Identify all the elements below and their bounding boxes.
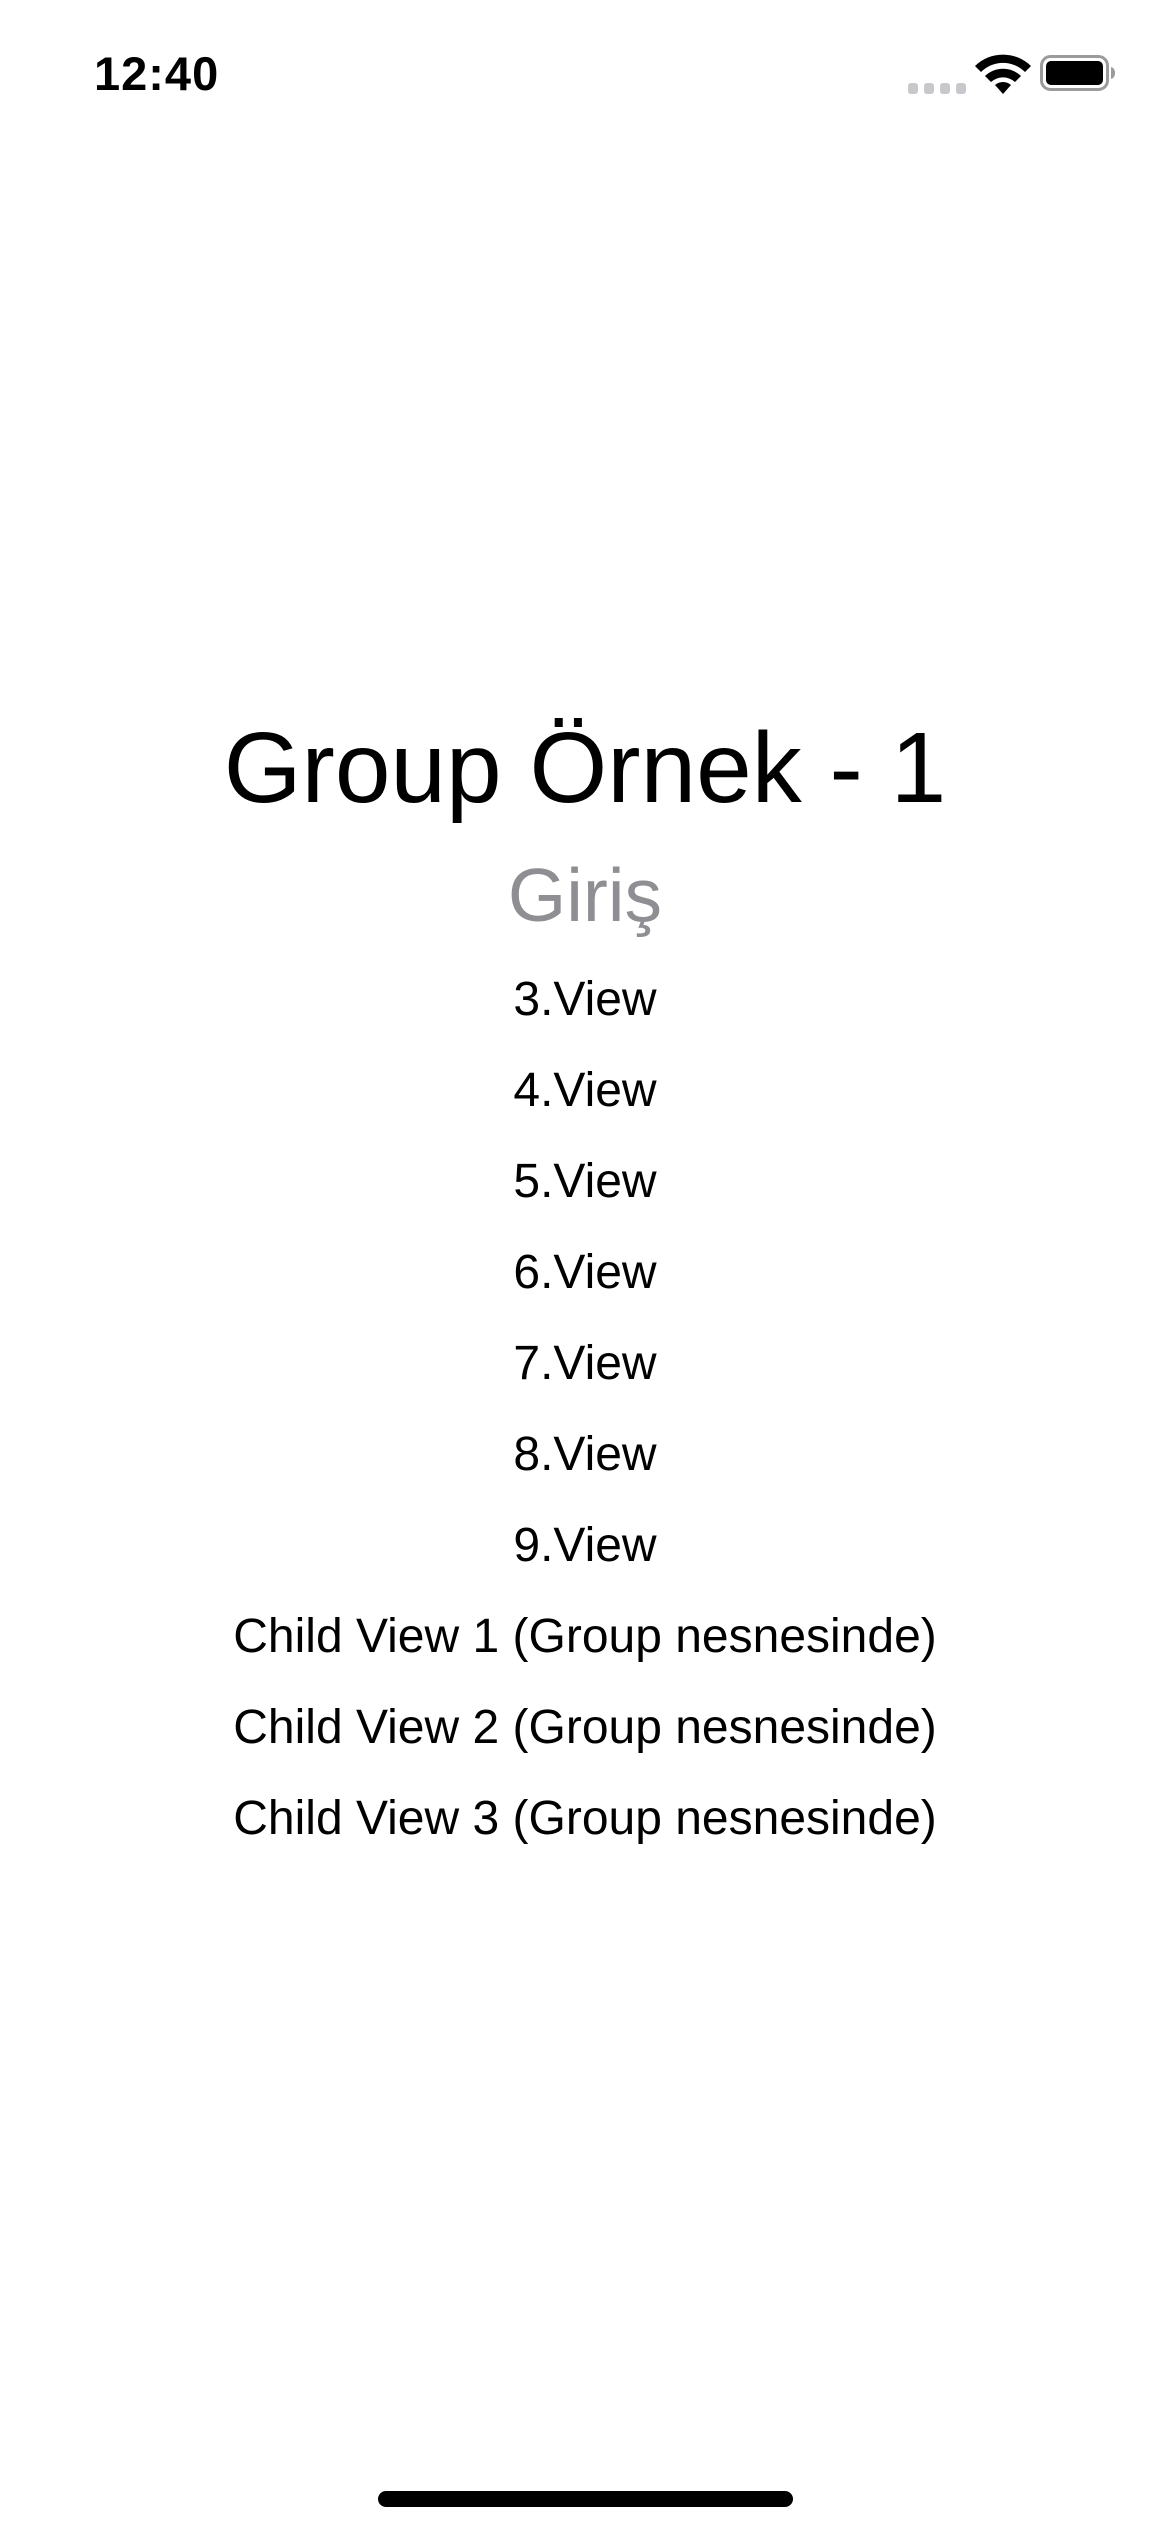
main-content: Group Örnek - 1 Giriş 3.View 4.View 5.Vi… — [0, 700, 1170, 1864]
list-item: Child View 1 (Group nesnesinde) — [233, 1610, 937, 1663]
list-item: 6.View — [513, 1246, 657, 1299]
list-item: 8.View — [513, 1428, 657, 1481]
list-item: Child View 3 (Group nesnesinde) — [233, 1792, 937, 1845]
list-item: Child View 2 (Group nesnesinde) — [233, 1701, 937, 1754]
list-item: 3.View — [513, 973, 657, 1026]
list-item: 7.View — [513, 1337, 657, 1390]
list-item: 9.View — [513, 1519, 657, 1572]
list-item: 5.View — [513, 1155, 657, 1208]
page-subtitle: Giriş — [507, 853, 663, 937]
cellular-signal-icon — [908, 80, 966, 94]
status-bar: 12:40 — [0, 0, 1170, 150]
view-list: 3.View 4.View 5.View 6.View 7.View 8.Vie… — [0, 954, 1170, 1864]
status-time: 12:40 — [94, 47, 220, 100]
wifi-icon — [975, 54, 1031, 94]
list-item: 4.View — [513, 1064, 657, 1117]
battery-icon — [1040, 55, 1115, 91]
page-title: Group Örnek - 1 — [223, 712, 947, 824]
home-indicator[interactable] — [378, 2491, 793, 2507]
